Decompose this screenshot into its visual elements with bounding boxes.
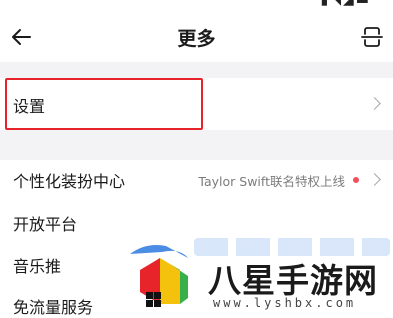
menu-item-label: 免流量服务 [13, 298, 94, 317]
status-bar: ▮◥◢▬ [0, 0, 393, 10]
section-gap [0, 62, 393, 78]
menu-item-music-push[interactable]: 音乐推 [0, 242, 393, 284]
promo-text: Taylor Swift联名特权上线 [198, 174, 345, 189]
chevron-right-icon [368, 97, 381, 110]
page-title: 更多 [177, 28, 216, 50]
status-icons: ▮◥◢▬ [320, 0, 371, 8]
notification-dot [353, 177, 359, 183]
menu-item-label: 音乐推 [13, 257, 62, 276]
settings-highlight [5, 78, 203, 130]
section-gap [0, 130, 393, 160]
menu-item-label: 开放平台 [13, 215, 78, 234]
scan-button[interactable] [357, 22, 387, 52]
header: 更多 [0, 10, 393, 62]
menu-item-open-platform[interactable]: 开放平台 [0, 200, 393, 242]
menu-item-free-data[interactable]: 免流量服务 [0, 284, 393, 317]
scan-icon [361, 27, 383, 47]
menu-item-personalization[interactable]: 个性化装扮中心 Taylor Swift联名特权上线 [0, 160, 393, 200]
chevron-right-icon [368, 173, 381, 186]
menu-item-label: 个性化装扮中心 [13, 172, 126, 191]
